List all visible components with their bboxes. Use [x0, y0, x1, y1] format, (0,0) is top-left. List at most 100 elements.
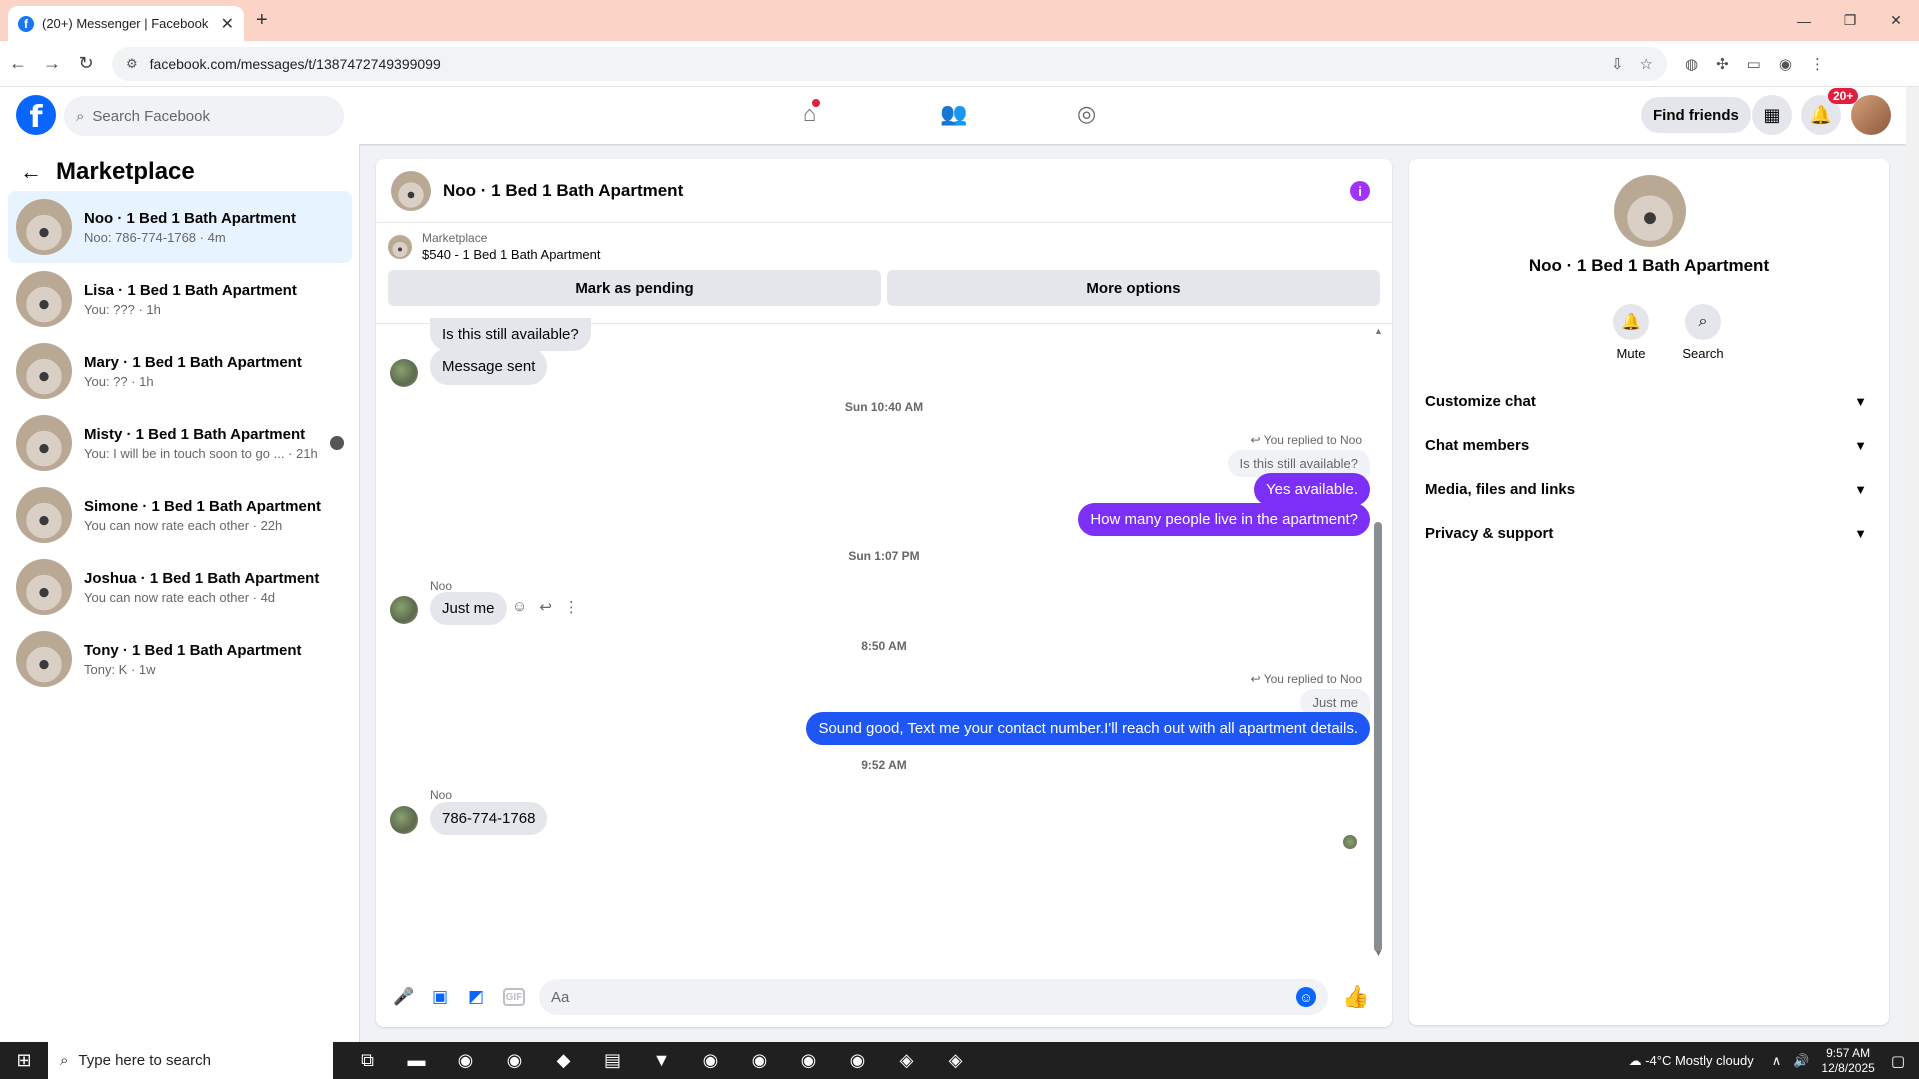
more-icon[interactable]: ⋮ — [564, 598, 579, 616]
notepad-icon[interactable]: ▤ — [588, 1050, 637, 1071]
home-icon[interactable]: ⌂ — [803, 99, 821, 127]
conversation-item[interactable]: Noo · 1 Bed 1 Bath Apartment Noo: 786-774… — [8, 191, 352, 263]
friends-icon[interactable]: 👥 — [940, 101, 967, 127]
extension-icon[interactable]: ◍ — [1685, 55, 1698, 73]
section-label: Chat members — [1425, 436, 1530, 454]
message-bubble-outgoing[interactable]: How many people live in the apartment? — [1078, 503, 1370, 536]
bookmark-star-icon[interactable]: ☆ — [1640, 55, 1653, 73]
thumbs-up-icon[interactable]: 👍 — [1342, 984, 1369, 1010]
clock-date: 12/8/2025 — [1821, 1060, 1875, 1075]
sender-avatar[interactable] — [390, 359, 418, 387]
chrome-icon[interactable]: ◉ — [490, 1050, 539, 1071]
chrome-icon[interactable]: ◉ — [833, 1050, 882, 1071]
mark-as-pending-button[interactable]: Mark as pending — [388, 270, 881, 306]
tray-chevron-icon[interactable]: ∧ — [1772, 1053, 1782, 1069]
sticker-icon[interactable]: ◩ — [462, 983, 490, 1011]
reply-icon[interactable]: ↩ — [539, 598, 552, 616]
restore-icon[interactable]: ❐ — [1827, 0, 1873, 41]
site-info-icon[interactable]: ⚙ — [126, 56, 138, 72]
app-icon[interactable]: ◈ — [931, 1050, 980, 1071]
facebook-logo-icon[interactable]: f — [16, 95, 56, 135]
conversation-preview: You: ??? · 1h — [84, 301, 161, 317]
app-icon[interactable]: ◈ — [882, 1050, 931, 1071]
new-tab-icon[interactable]: + — [256, 9, 268, 32]
chrome-icon[interactable]: ◉ — [686, 1050, 735, 1071]
file-explorer-icon[interactable]: ▬ — [392, 1050, 441, 1071]
install-icon[interactable]: ⇩ — [1611, 55, 1624, 73]
search-button[interactable]: ⌕ Search — [1673, 304, 1733, 361]
vpn-icon[interactable]: ▼ — [637, 1050, 686, 1071]
seen-avatar-icon — [330, 436, 344, 450]
message-bubble-outgoing[interactable]: Yes available. — [1253, 473, 1370, 506]
weather-widget[interactable]: ☁ -4°C Mostly cloudy — [1629, 1053, 1754, 1069]
account-avatar[interactable] — [1851, 95, 1891, 135]
listing-thumbnail — [16, 487, 72, 543]
emoji-icon[interactable]: ☺ — [1296, 987, 1316, 1007]
groups-icon[interactable]: ◎ — [1077, 101, 1096, 127]
minimize-icon[interactable]: — — [1781, 0, 1827, 41]
chat-avatar[interactable] — [391, 170, 431, 211]
conversation-item[interactable]: Simone · 1 Bed 1 Bath Apartment You can n… — [8, 479, 352, 551]
notification-center-icon[interactable]: ▢ — [1891, 1052, 1905, 1070]
back-icon[interactable]: ← — [2, 53, 34, 74]
conversation-preview: You: I will be in touch soon to go ... ·… — [84, 445, 318, 461]
conversation-name: Mary · 1 Bed 1 Bath Apartment — [84, 353, 302, 371]
photo-icon[interactable]: ▣ — [426, 983, 454, 1011]
close-tab-icon[interactable]: ✕ — [221, 14, 234, 34]
facebook-search-input[interactable]: ⌕ Search Facebook — [64, 96, 344, 136]
conversation-item[interactable]: Lisa · 1 Bed 1 Bath Apartment You: ??? · … — [8, 263, 352, 335]
task-view-icon[interactable]: ⧉ — [343, 1050, 392, 1071]
message-bubble-incoming[interactable]: Just me — [430, 592, 507, 625]
scroll-up-icon[interactable]: ▲ — [1374, 326, 1383, 336]
reload-icon[interactable]: ↻ — [70, 53, 102, 74]
windows-taskbar: ⊞ ⌕ Type here to search ⧉ ▬ ◉ ◉ ◆ ▤ ▼ ◉ … — [0, 1042, 1919, 1079]
tab-search-icon[interactable]: ▭ — [1747, 55, 1761, 73]
back-arrow-icon[interactable]: ← — [20, 159, 42, 185]
more-options-button[interactable]: More options — [887, 270, 1380, 306]
section-customize-chat[interactable]: Customize chat ▼ — [1425, 379, 1873, 423]
timestamp: Sun 1:07 PM — [848, 549, 920, 563]
message-input[interactable]: Aa ☺ — [539, 979, 1328, 1015]
gif-icon[interactable]: GIF — [503, 988, 525, 1006]
scroll-down-icon[interactable]: ▼ — [1374, 948, 1383, 958]
profile-icon[interactable]: ◉ — [1779, 55, 1792, 73]
menu-grid-icon[interactable]: ▦ — [1752, 95, 1792, 135]
close-window-icon[interactable]: ✕ — [1873, 0, 1919, 41]
scrollbar-thumb[interactable] — [1374, 522, 1382, 952]
chrome-icon[interactable]: ◉ — [441, 1050, 490, 1071]
conversation-item[interactable]: Misty · 1 Bed 1 Bath Apartment You: I wil… — [8, 407, 352, 479]
message-bubble-outgoing[interactable]: Sound good, Text me your contact number.… — [806, 712, 1370, 745]
url-input[interactable]: ⚙ facebook.com/messages/t/13874727493990… — [112, 46, 1667, 81]
conversation-item[interactable]: Mary · 1 Bed 1 Bath Apartment You: ?? · 1… — [8, 335, 352, 407]
windows-start-icon[interactable]: ⊞ — [0, 1050, 48, 1071]
forward-icon[interactable]: → — [36, 53, 68, 74]
chat-title[interactable]: Noo · 1 Bed 1 Bath Apartment — [443, 181, 683, 201]
mute-button[interactable]: 🔔 Mute — [1601, 304, 1661, 361]
message-bubble-incoming[interactable]: Message sent — [430, 348, 548, 385]
brave-icon[interactable]: ◆ — [539, 1050, 588, 1071]
conversation-item[interactable]: Joshua · 1 Bed 1 Bath Apartment You can n… — [8, 551, 352, 623]
react-emoji-icon[interactable]: ☺ — [512, 598, 527, 616]
message-bubble-incoming[interactable]: Is this still available? — [430, 318, 591, 351]
conversation-item[interactable]: Tony · 1 Bed 1 Bath Apartment Tony: K · 1… — [8, 623, 352, 695]
reply-label-text: You replied to Noo — [1263, 672, 1362, 686]
page-scrollbar[interactable] — [1906, 87, 1919, 1042]
message-bubble-incoming[interactable]: 786-774-1768 — [430, 802, 548, 835]
sender-avatar[interactable] — [390, 806, 418, 834]
chrome-icon[interactable]: ◉ — [784, 1050, 833, 1071]
volume-icon[interactable]: 🔊 — [1793, 1053, 1809, 1069]
find-friends-button[interactable]: Find friends — [1641, 97, 1751, 133]
section-media-files-links[interactable]: Media, files and links ▼ — [1425, 467, 1873, 511]
clock[interactable]: 9:57 AM 12/8/2025 — [1821, 1046, 1874, 1076]
browser-tab[interactable]: f (20+) Messenger | Facebook ✕ — [8, 6, 244, 41]
sender-avatar[interactable] — [390, 596, 418, 624]
info-icon[interactable]: i — [1350, 181, 1370, 201]
extensions-puzzle-icon[interactable]: ✣ — [1716, 55, 1729, 73]
listing-card[interactable]: Marketplace $540 - 1 Bed 1 Bath Apartmen… — [376, 223, 1392, 270]
chrome-icon[interactable]: ◉ — [735, 1050, 784, 1071]
taskbar-search-input[interactable]: ⌕ Type here to search — [48, 1042, 333, 1079]
section-privacy-support[interactable]: Privacy & support ▼ — [1425, 511, 1873, 555]
section-chat-members[interactable]: Chat members ▼ — [1425, 423, 1873, 467]
browser-menu-icon[interactable]: ⋮ — [1810, 55, 1825, 73]
microphone-icon[interactable]: 🎤 — [390, 983, 418, 1011]
